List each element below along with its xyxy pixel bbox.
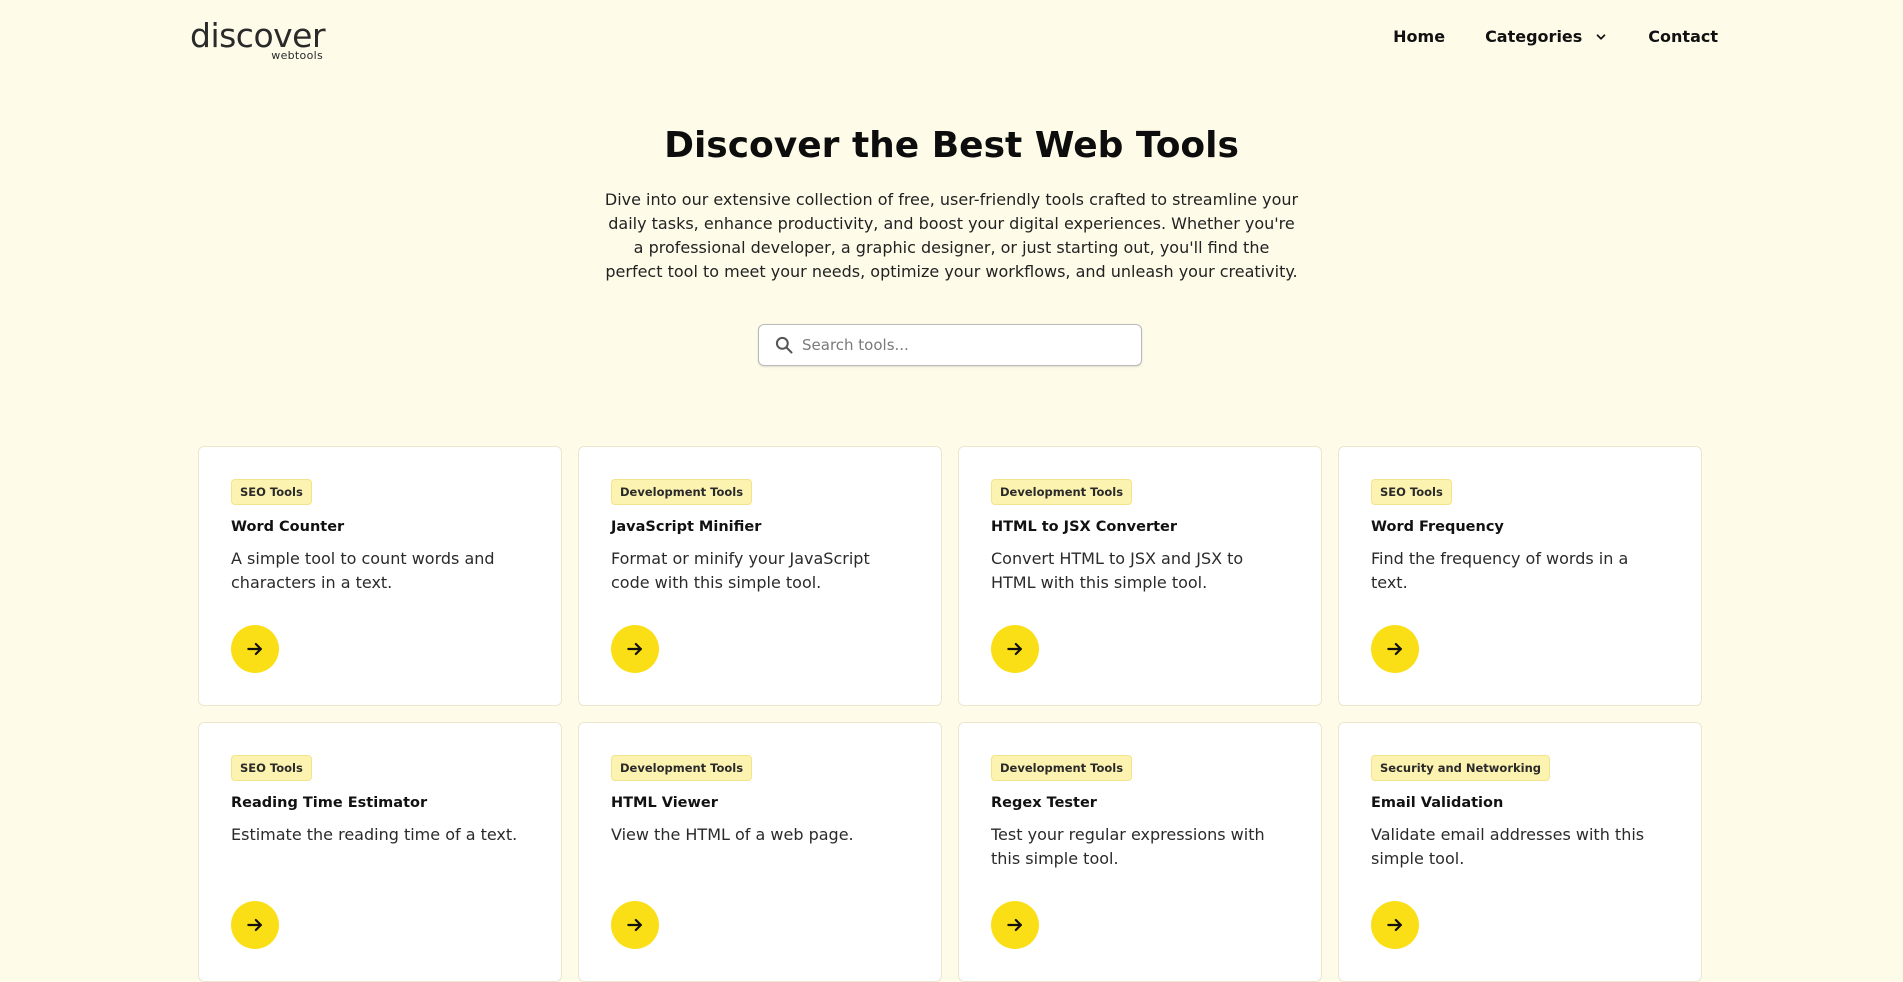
category-badge: Development Tools: [611, 755, 753, 781]
category-badge: Security and Networking: [1371, 755, 1551, 781]
search-icon: [775, 336, 793, 354]
tool-title: HTML to JSX Converter: [991, 519, 1178, 535]
search-input[interactable]: [800, 326, 1120, 364]
nav-categories-label: Categories: [1485, 27, 1583, 46]
tools-grid: SEO Tools Word Counter A simple tool to …: [198, 446, 1704, 982]
arrow-right-icon: [1387, 642, 1402, 656]
category-badge: Development Tools: [991, 479, 1133, 505]
tool-title: Regex Tester: [991, 795, 1097, 811]
arrow-right-icon: [1007, 642, 1022, 656]
tool-card[interactable]: SEO Tools Word Counter A simple tool to …: [198, 446, 562, 706]
tool-description: View the HTML of a web page.: [611, 825, 854, 844]
tool-card[interactable]: Development Tools HTML Viewer View the H…: [578, 722, 942, 982]
tool-card[interactable]: Development Tools Regex Tester Test your…: [958, 722, 1322, 982]
open-tool-button[interactable]: [611, 625, 659, 673]
tool-card[interactable]: Development Tools HTML to JSX Converter …: [958, 446, 1322, 706]
hero-description: Dive into our extensive collection of fr…: [604, 190, 1299, 281]
tool-description: Test your regular expressions with this …: [991, 825, 1265, 868]
tool-title: Email Validation: [1371, 795, 1504, 811]
category-badge: Development Tools: [611, 479, 753, 505]
open-tool-button[interactable]: [991, 625, 1039, 673]
search-bar: [758, 324, 1142, 366]
tool-title: JavaScript Minifier: [611, 519, 762, 535]
category-badge: SEO Tools: [1371, 479, 1452, 505]
nav-categories-dropdown[interactable]: Categories: [1485, 27, 1608, 46]
arrow-right-icon: [247, 642, 262, 656]
nav-home-link[interactable]: Home: [1393, 27, 1445, 46]
site-header: discover webtools Home Categories Contac…: [0, 0, 1903, 80]
tool-title: Word Counter: [231, 519, 345, 535]
main-nav: Home Categories Contact: [1353, 27, 1718, 46]
category-badge: Development Tools: [991, 755, 1133, 781]
tool-card[interactable]: SEO Tools Word Frequency Find the freque…: [1338, 446, 1702, 706]
open-tool-button[interactable]: [991, 901, 1039, 949]
arrow-right-icon: [627, 918, 642, 932]
chevron-down-icon: [1596, 33, 1606, 40]
tool-description: Estimate the reading time of a text.: [231, 825, 518, 844]
tool-description: A simple tool to count words and charact…: [231, 549, 495, 592]
arrow-right-icon: [627, 642, 642, 656]
tool-description: Convert HTML to JSX and JSX to HTML with…: [991, 549, 1244, 592]
tool-description: Find the frequency of words in a text.: [1371, 549, 1629, 592]
open-tool-button[interactable]: [1371, 625, 1419, 673]
tool-title: Word Frequency: [1371, 519, 1504, 535]
tool-description: Format or minify your JavaScript code wi…: [611, 549, 870, 592]
hero-title: Discover the Best Web Tools: [664, 125, 1239, 166]
arrow-right-icon: [1007, 918, 1022, 932]
open-tool-button[interactable]: [1371, 901, 1419, 949]
category-badge: SEO Tools: [231, 755, 312, 781]
tool-title: HTML Viewer: [611, 795, 718, 811]
tool-card[interactable]: SEO Tools Reading Time Estimator Estimat…: [198, 722, 562, 982]
open-tool-button[interactable]: [231, 625, 279, 673]
tool-title: Reading Time Estimator: [231, 795, 428, 811]
arrow-right-icon: [1387, 918, 1402, 932]
open-tool-button[interactable]: [611, 901, 659, 949]
logo-subtitle: webtools: [271, 49, 323, 62]
tool-description: Validate email addresses with this simpl…: [1371, 825, 1645, 868]
arrow-right-icon: [247, 918, 262, 932]
site-logo[interactable]: discover webtools: [190, 16, 326, 64]
nav-contact-link[interactable]: Contact: [1648, 27, 1718, 46]
category-badge: SEO Tools: [231, 479, 312, 505]
tool-card[interactable]: Security and Networking Email Validation…: [1338, 722, 1702, 982]
tool-card[interactable]: Development Tools JavaScript Minifier Fo…: [578, 446, 942, 706]
open-tool-button[interactable]: [231, 901, 279, 949]
